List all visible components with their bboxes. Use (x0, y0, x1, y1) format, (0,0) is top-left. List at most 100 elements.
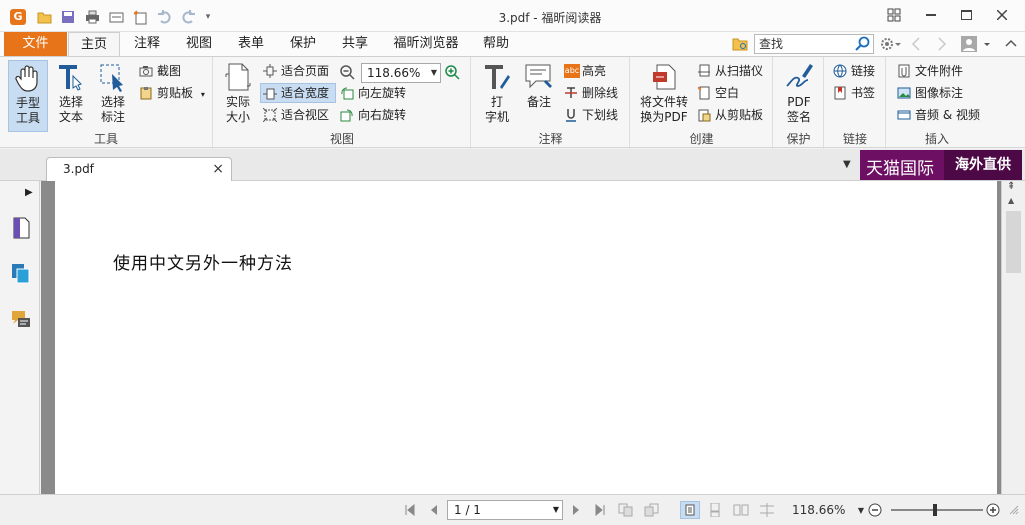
scrollbar-thumb[interactable] (1006, 211, 1021, 273)
status-zoom-out-icon[interactable] (867, 502, 883, 518)
video-icon (897, 110, 911, 120)
fit-page-icon (263, 64, 277, 78)
vertical-scrollbar[interactable]: ⇞ ▲ (1001, 181, 1025, 494)
typewriter-button[interactable]: 打 字机 (477, 60, 517, 132)
page-number-input[interactable]: 1 / 1 ▼ (447, 500, 563, 520)
page-thumbnail-icon[interactable] (11, 217, 31, 239)
screenshot-label: 截图 (157, 64, 182, 78)
highlight-icon: abc (564, 64, 580, 78)
group-insert: 文件附件 图像标注 音频 & 视频 插入 (887, 57, 987, 149)
link-icon (833, 64, 847, 78)
audio-video-button[interactable]: 音频 & 视频 (895, 105, 980, 125)
actual-size-button[interactable]: 实际 大小 (220, 60, 256, 132)
search-options-icon[interactable] (732, 37, 750, 53)
pdf-page[interactable]: 使用中文另外一种方法 (55, 181, 997, 494)
from-clipboard-label: 从剪贴板 (715, 108, 764, 122)
facing-view-icon[interactable] (733, 502, 749, 518)
blank-button[interactable]: 空白 (695, 83, 739, 103)
image-annotation-button[interactable]: 图像标注 (895, 83, 963, 103)
next-view-icon[interactable] (644, 502, 660, 518)
tab-share[interactable]: 共享 (330, 32, 380, 56)
select-text-label: 选择 文本 (58, 95, 83, 124)
group-tools-label: 工具 (93, 132, 118, 146)
page-number-dropdown-icon[interactable]: ▼ (553, 501, 559, 519)
status-zoom-in-icon[interactable] (985, 502, 1001, 518)
fit-visible-button[interactable]: 适合视区 (261, 105, 329, 125)
ad-banner[interactable]: 天猫国际 海外直供 (860, 150, 1022, 180)
continuous-facing-view-icon[interactable] (759, 502, 775, 518)
screenshot-button[interactable]: 截图 (137, 61, 181, 81)
previous-view-icon[interactable] (618, 502, 634, 518)
zoom-dropdown-icon[interactable]: ▼ (431, 64, 437, 82)
search-icon[interactable] (855, 36, 871, 52)
hand-tool-button[interactable]: 手型 工具 (8, 60, 48, 132)
resize-grip-icon[interactable] (1006, 502, 1022, 518)
zoom-slider-track[interactable] (891, 509, 983, 511)
comments-panel-icon[interactable] (11, 309, 31, 331)
search-input[interactable]: 查找 (754, 34, 874, 54)
tab-file[interactable]: 文件 (4, 32, 67, 56)
tab-form[interactable]: 表单 (226, 32, 276, 56)
back-nav-icon[interactable] (910, 36, 922, 52)
tab-comment[interactable]: 注释 (122, 32, 172, 56)
close-tab-icon[interactable]: × (212, 161, 224, 177)
document-tab-name: 3.pdf (63, 162, 94, 176)
underline-button[interactable]: 下划线 (562, 105, 618, 125)
from-scanner-button[interactable]: 从扫描仪 (695, 61, 763, 81)
group-links: 链接 书签 链接 (825, 57, 886, 149)
close-button[interactable] (988, 4, 1016, 26)
previous-page-icon[interactable] (426, 502, 442, 518)
window-title: 3.pdf - 福昕阅读器 (498, 11, 602, 25)
convert-to-pdf-button[interactable]: 将文件转 换为PDF (635, 60, 693, 132)
page-number-value: 1 / 1 (454, 503, 481, 517)
minimize-button[interactable] (917, 4, 945, 26)
single-page-view-icon[interactable] (680, 501, 700, 519)
highlight-button[interactable]: abc 高亮 (562, 61, 606, 81)
strikeout-icon (565, 87, 577, 98)
forward-nav-icon[interactable] (936, 36, 948, 52)
next-page-icon[interactable] (568, 502, 584, 518)
rotate-right-button[interactable]: 向右旋转 (338, 105, 406, 125)
layers-icon[interactable] (11, 263, 31, 285)
strikeout-button[interactable]: 删除线 (562, 83, 618, 103)
last-page-icon[interactable] (592, 502, 608, 518)
settings-gear-icon[interactable] (879, 36, 901, 52)
select-annotation-button[interactable]: 选择 标注 (93, 60, 133, 132)
file-attachment-button[interactable]: 文件附件 (895, 61, 963, 81)
tab-help[interactable]: 帮助 (472, 32, 520, 56)
select-text-button[interactable]: 选择 文本 (51, 60, 91, 132)
tab-foxit-browser[interactable]: 福昕浏览器 (382, 32, 470, 56)
maximize-button[interactable] (952, 4, 980, 26)
fit-width-button[interactable]: 适合宽度 (260, 83, 336, 103)
first-page-icon[interactable] (402, 502, 418, 518)
expand-panel-icon[interactable]: ▶ (25, 187, 33, 198)
from-clipboard-button[interactable]: 从剪贴板 (695, 105, 763, 125)
note-button[interactable]: 备注 (519, 60, 559, 132)
tab-home[interactable]: 主页 (68, 32, 120, 57)
user-avatar-icon[interactable] (960, 36, 990, 52)
clipboard-button[interactable]: 剪贴板 ▾ (137, 83, 205, 103)
zoom-out-icon[interactable] (339, 64, 355, 80)
zoom-in-icon[interactable] (444, 64, 460, 80)
tab-protect[interactable]: 保护 (278, 32, 328, 56)
clipboard-dropdown-icon[interactable]: ▾ (201, 90, 205, 99)
fit-visible-icon (263, 108, 277, 122)
split-view-icon[interactable]: ⇞ (1007, 182, 1015, 192)
collapse-ribbon-icon[interactable] (1004, 36, 1018, 52)
tab-view[interactable]: 视图 (174, 32, 224, 56)
page-text[interactable]: 使用中文另外一种方法 (113, 249, 293, 274)
title-bar: G ▾ 3.pdf - 福昕阅读器 (0, 0, 1025, 32)
fit-page-button[interactable]: 适合页面 (261, 61, 329, 81)
zoom-select[interactable]: 118.66% ▼ (361, 63, 441, 83)
document-tab[interactable]: 3.pdf × (46, 157, 232, 182)
link-button[interactable]: 链接 (831, 61, 875, 81)
layout-icon[interactable] (880, 4, 908, 26)
underline-icon (566, 109, 576, 122)
pdf-sign-button[interactable]: PDF 签名 (779, 60, 819, 132)
rotate-left-button[interactable]: 向左旋转 (338, 83, 406, 103)
zoom-slider-thumb[interactable] (933, 504, 937, 516)
scroll-up-icon[interactable]: ▲ (1008, 196, 1014, 205)
tab-list-dropdown-icon[interactable]: ▼ (843, 159, 851, 170)
continuous-view-icon[interactable] (707, 502, 723, 518)
bookmark-button[interactable]: 书签 (831, 83, 875, 103)
